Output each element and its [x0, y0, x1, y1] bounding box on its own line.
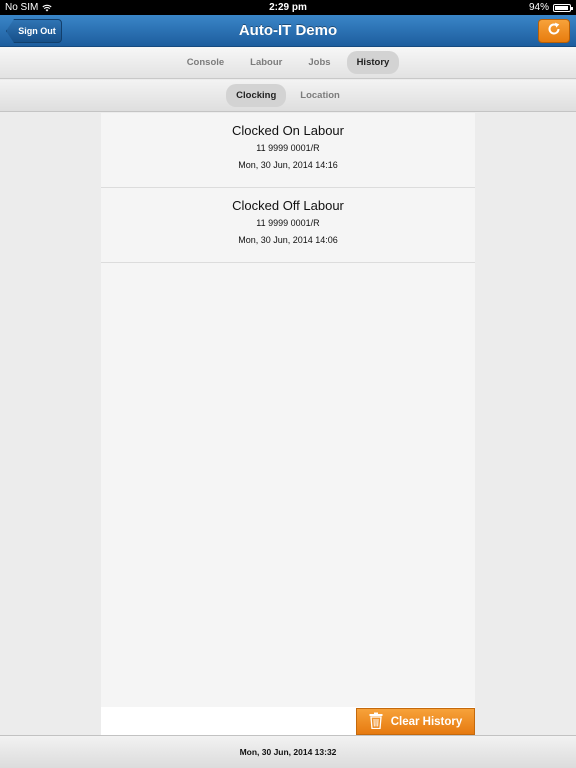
history-ref: 11 9999 0001/R [256, 143, 320, 153]
history-ref: 11 9999 0001/R [256, 218, 320, 228]
status-bar: No SIM 2:29 pm 94% [0, 0, 576, 15]
history-item[interactable]: Clocked On Labour 11 9999 0001/R Mon, 30… [101, 113, 475, 188]
subtab-location[interactable]: Location [290, 84, 350, 107]
main-tab-bar: Console Labour Jobs History [0, 47, 576, 79]
bottom-status-bar: Mon, 30 Jun, 2014 13:32 [0, 735, 576, 768]
sub-tab-bar: Clocking Location [0, 80, 576, 112]
tab-history[interactable]: History [346, 51, 400, 74]
clear-history-label: Clear History [390, 715, 463, 728]
footer-date: Mon, 30 Jun, 2014 13:32 [239, 747, 337, 757]
carrier-label: No SIM [5, 2, 39, 13]
history-date: Mon, 30 Jun, 2014 14:06 [238, 235, 338, 245]
history-title: Clocked Off Labour [232, 198, 344, 213]
nav-bar: Auto-IT Demo Sign Out [0, 15, 576, 47]
refresh-button[interactable] [538, 19, 570, 43]
trash-icon [369, 712, 383, 732]
history-list: Clocked On Labour 11 9999 0001/R Mon, 30… [101, 113, 475, 707]
app-title: Auto-IT Demo [238, 22, 338, 39]
battery-icon [552, 3, 573, 12]
tab-jobs[interactable]: Jobs [298, 51, 340, 74]
wifi-icon [42, 4, 52, 12]
refresh-icon [547, 22, 561, 41]
subtab-clocking[interactable]: Clocking [226, 84, 287, 107]
tab-labour[interactable]: Labour [240, 51, 292, 74]
battery-percent: 94% [528, 2, 549, 13]
clock: 2:29 pm [269, 2, 307, 13]
history-item[interactable]: Clocked Off Labour 11 9999 0001/R Mon, 3… [101, 188, 475, 263]
history-date: Mon, 30 Jun, 2014 14:16 [238, 160, 338, 170]
tab-console[interactable]: Console [177, 51, 234, 74]
sign-out-button[interactable]: Sign Out [6, 19, 62, 43]
history-title: Clocked On Labour [231, 123, 344, 138]
clear-history-button[interactable]: Clear History [356, 708, 475, 735]
